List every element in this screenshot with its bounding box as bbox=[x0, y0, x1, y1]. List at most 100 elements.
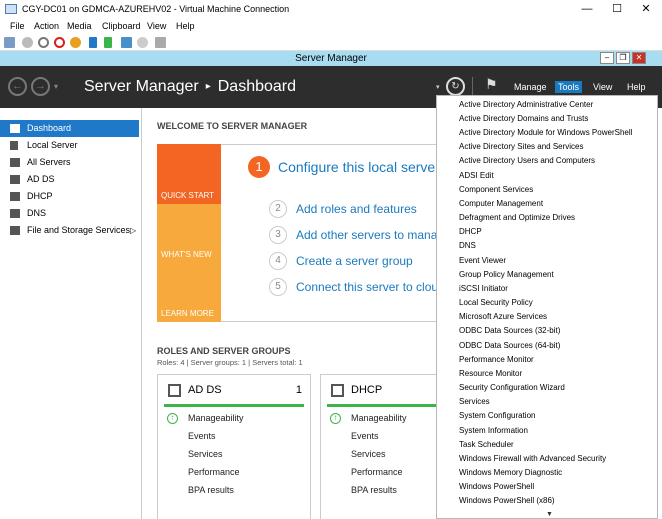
menu-view[interactable]: View bbox=[147, 21, 166, 31]
manageability-link[interactable]: Manageability bbox=[351, 413, 407, 423]
resume-icon[interactable] bbox=[104, 37, 112, 48]
help-menu[interactable]: Help bbox=[627, 82, 646, 92]
menu-item-azure-services[interactable]: Microsoft Azure Services bbox=[459, 312, 547, 321]
menu-item-memory-diagnostic[interactable]: Windows Memory Diagnostic bbox=[459, 468, 562, 477]
menu-item-dhcp[interactable]: DHCP bbox=[459, 227, 482, 236]
menu-file[interactable]: File bbox=[10, 21, 25, 31]
refresh-dropdown-icon[interactable]: ▾ bbox=[436, 83, 440, 91]
menu-help[interactable]: Help bbox=[176, 21, 195, 31]
header-divider bbox=[472, 77, 473, 97]
menu-item-windows-firewall[interactable]: Windows Firewall with Advanced Security bbox=[459, 454, 606, 463]
menu-item-ad-users-computers[interactable]: Active Directory Users and Computers bbox=[459, 156, 595, 165]
menu-item-ad-sites-services[interactable]: Active Directory Sites and Services bbox=[459, 142, 584, 151]
step-number: 3 bbox=[269, 226, 287, 244]
host-title-bar: CGY-DC01 on GDMCA-AZUREHV02 - Virtual Ma… bbox=[0, 0, 662, 19]
menu-item-ad-admin-center[interactable]: Active Directory Administrative Center bbox=[459, 100, 593, 109]
sidebar-item-ad-ds[interactable]: AD DS bbox=[0, 171, 139, 188]
role-card-ad-ds[interactable]: AD DS 1 ↑ Manageability Events Services … bbox=[157, 374, 311, 519]
dashboard-icon bbox=[10, 124, 20, 133]
menu-item-iscsi-initiator[interactable]: iSCSI Initiator bbox=[459, 284, 508, 293]
sidebar-item-local-server[interactable]: Local Server bbox=[0, 137, 139, 154]
services-link[interactable]: Services bbox=[188, 449, 223, 459]
forward-button[interactable]: → bbox=[31, 77, 50, 96]
sm-minimize-button[interactable]: – bbox=[600, 52, 614, 64]
bpa-results-link[interactable]: BPA results bbox=[188, 485, 234, 495]
sidebar-item-all-servers[interactable]: All Servers bbox=[0, 154, 139, 171]
menu-action[interactable]: Action bbox=[34, 21, 59, 31]
menu-media[interactable]: Media bbox=[67, 21, 92, 31]
save-state-icon[interactable] bbox=[70, 37, 81, 48]
breadcrumb-app[interactable]: Server Manager bbox=[84, 78, 199, 95]
quick-start-tile[interactable]: QUICK START bbox=[157, 144, 221, 204]
sm-close-button[interactable]: ✕ bbox=[632, 52, 646, 64]
start-icon[interactable] bbox=[22, 37, 33, 48]
menu-item-performance-monitor[interactable]: Performance Monitor bbox=[459, 355, 534, 364]
configure-local-server-link[interactable]: Configure this local serve bbox=[278, 159, 435, 175]
menu-clipboard[interactable]: Clipboard bbox=[102, 21, 141, 31]
performance-link[interactable]: Performance bbox=[351, 467, 403, 477]
menu-item-defragment[interactable]: Defragment and Optimize Drives bbox=[459, 213, 575, 222]
menu-item-security-config-wizard[interactable]: Security Configuration Wizard bbox=[459, 383, 565, 392]
sidebar-item-label: All Servers bbox=[27, 157, 71, 167]
menu-item-services[interactable]: Services bbox=[459, 397, 490, 406]
revert-icon[interactable] bbox=[137, 37, 148, 48]
menu-item-system-configuration[interactable]: System Configuration bbox=[459, 411, 535, 420]
sidebar-item-label: Local Server bbox=[27, 140, 78, 150]
minimize-button[interactable]: — bbox=[573, 1, 601, 17]
turn-off-icon[interactable] bbox=[38, 37, 49, 48]
sidebar-item-dashboard[interactable]: Dashboard bbox=[0, 120, 139, 137]
manageability-link[interactable]: Manageability bbox=[188, 413, 244, 423]
menu-item-adsi-edit[interactable]: ADSI Edit bbox=[459, 171, 494, 180]
sm-restore-button[interactable]: ❐ bbox=[616, 52, 630, 64]
manage-menu[interactable]: Manage bbox=[514, 82, 547, 92]
back-button[interactable]: ← bbox=[8, 77, 27, 96]
sidebar-item-file-storage[interactable]: File and Storage Services ▷ bbox=[0, 222, 139, 239]
menu-item-windows-powershell[interactable]: Windows PowerShell bbox=[459, 482, 534, 491]
bpa-results-link[interactable]: BPA results bbox=[351, 485, 397, 495]
menu-item-odbc-64[interactable]: ODBC Data Sources (64-bit) bbox=[459, 341, 560, 350]
checkpoint-icon[interactable] bbox=[121, 37, 132, 48]
notifications-flag-icon[interactable]: ⚑ bbox=[485, 76, 498, 93]
events-link[interactable]: Events bbox=[188, 431, 216, 441]
menu-item-component-services[interactable]: Component Services bbox=[459, 185, 533, 194]
learn-more-tile[interactable]: LEARN MORE bbox=[157, 263, 221, 322]
menu-item-resource-monitor[interactable]: Resource Monitor bbox=[459, 369, 522, 378]
whats-new-tile[interactable]: WHAT'S NEW bbox=[157, 204, 221, 263]
vm-connection-window: CGY-DC01 on GDMCA-AZUREHV02 - Virtual Ma… bbox=[0, 0, 662, 519]
tools-menu[interactable]: Tools bbox=[555, 81, 583, 93]
menu-item-windows-powershell-x86[interactable]: Windows PowerShell (x86) bbox=[459, 496, 555, 505]
menu-item-event-viewer[interactable]: Event Viewer bbox=[459, 256, 506, 265]
menu-item-ad-powershell-module[interactable]: Active Directory Module for Windows Powe… bbox=[459, 128, 632, 137]
sidebar-item-dhcp[interactable]: DHCP bbox=[0, 188, 139, 205]
shutdown-icon[interactable] bbox=[54, 37, 65, 48]
maximize-button[interactable]: ☐ bbox=[603, 1, 631, 17]
pause-icon[interactable] bbox=[89, 37, 97, 48]
menu-item-odbc-32[interactable]: ODBC Data Sources (32-bit) bbox=[459, 326, 560, 335]
enhanced-session-icon[interactable] bbox=[155, 37, 166, 48]
performance-link[interactable]: Performance bbox=[188, 467, 240, 477]
sidebar-item-dns[interactable]: DNS bbox=[0, 205, 139, 222]
history-dropdown-icon[interactable]: ▾ bbox=[54, 82, 58, 91]
scroll-down-icon[interactable]: ▼ bbox=[546, 511, 553, 518]
events-link[interactable]: Events bbox=[351, 431, 379, 441]
menu-item-system-information[interactable]: System Information bbox=[459, 426, 528, 435]
refresh-icon[interactable]: ↻ bbox=[446, 77, 465, 96]
status-ok-icon: ↑ bbox=[330, 413, 341, 424]
menu-item-local-security-policy[interactable]: Local Security Policy bbox=[459, 298, 533, 307]
menu-item-dns[interactable]: DNS bbox=[459, 241, 476, 250]
expand-arrow-icon[interactable]: ▷ bbox=[130, 222, 136, 239]
menu-item-computer-management[interactable]: Computer Management bbox=[459, 199, 543, 208]
breadcrumb-separator: ▸ bbox=[205, 81, 211, 92]
ctrl-alt-del-icon[interactable] bbox=[4, 37, 15, 48]
tile-label: LEARN MORE bbox=[161, 309, 214, 318]
add-servers-link[interactable]: Add other servers to manag bbox=[296, 228, 444, 242]
services-link[interactable]: Services bbox=[351, 449, 386, 459]
create-server-group-link[interactable]: Create a server group bbox=[296, 254, 413, 268]
menu-item-group-policy[interactable]: Group Policy Management bbox=[459, 270, 554, 279]
menu-item-task-scheduler[interactable]: Task Scheduler bbox=[459, 440, 514, 449]
view-menu[interactable]: View bbox=[593, 82, 612, 92]
add-roles-link[interactable]: Add roles and features bbox=[296, 202, 417, 216]
menu-item-ad-domains-trusts[interactable]: Active Directory Domains and Trusts bbox=[459, 114, 588, 123]
close-button[interactable]: ✕ bbox=[632, 1, 660, 17]
connect-cloud-link[interactable]: Connect this server to cloud bbox=[296, 280, 445, 294]
